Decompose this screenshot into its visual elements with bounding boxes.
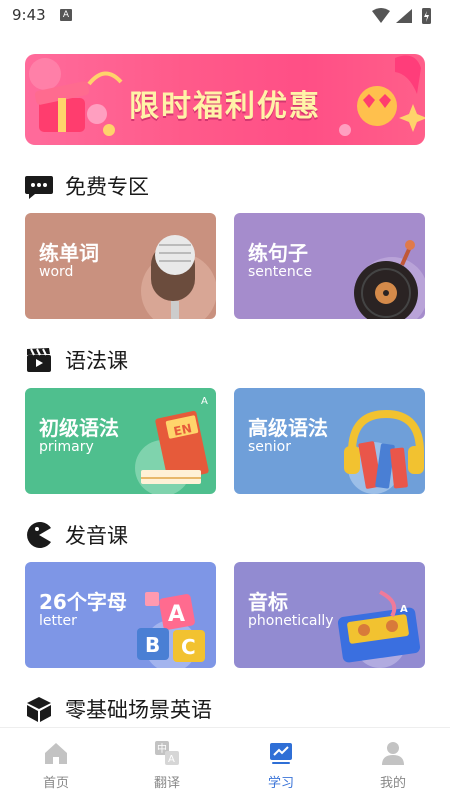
signal-icon	[396, 9, 412, 23]
tab-study[interactable]: 学习	[246, 740, 316, 791]
card-subtitle: phonetically	[248, 613, 334, 629]
microphone-icon	[141, 235, 216, 319]
card-primary-grammar[interactable]: 初级语法 primary EN A	[25, 388, 216, 494]
tab-label: 我的	[379, 776, 406, 791]
tab-profile[interactable]: 我的	[358, 740, 428, 791]
svg-text:A: A	[168, 754, 175, 765]
section-title: 语法课	[65, 349, 128, 373]
heart-emoji-icon	[339, 55, 425, 136]
alphabet-blocks-icon: A B C	[137, 592, 205, 668]
bottom-tab-bar: 首页 中 A 翻译 学习 我的	[0, 727, 450, 801]
card-subtitle: word	[39, 264, 74, 280]
card-title: 26个字母	[39, 590, 127, 614]
status-bar: 9:43 A	[0, 0, 450, 32]
card-title: 初级语法	[39, 416, 119, 440]
card-letter[interactable]: 26个字母 letter A B C	[25, 562, 216, 668]
home-icon	[45, 743, 67, 764]
tab-label: 学习	[267, 776, 294, 791]
box-icon	[27, 697, 51, 722]
book-icon: EN A	[135, 396, 209, 494]
translate-icon: 中 A	[155, 741, 179, 765]
headphones-books-icon	[344, 409, 424, 494]
card-sentence[interactable]: 练句子 sentence	[234, 213, 425, 319]
card-phonetic[interactable]: 音标 phonetically A	[234, 562, 425, 668]
svg-text:A: A	[400, 604, 408, 615]
clapper-icon	[27, 348, 51, 372]
tab-label: 首页	[42, 776, 69, 791]
svg-text:A: A	[201, 396, 208, 407]
card-title: 音标	[248, 590, 288, 614]
svg-text:C: C	[181, 635, 196, 659]
section-title: 免费专区	[65, 175, 149, 199]
wifi-icon	[372, 8, 390, 23]
tab-home[interactable]: 首页	[21, 740, 91, 791]
card-subtitle: sentence	[248, 264, 313, 280]
promo-banner[interactable]: 限时福利优惠	[25, 54, 425, 145]
card-senior-grammar[interactable]: 高级语法 senior	[234, 388, 425, 494]
profile-icon	[382, 742, 404, 765]
vinyl-record-icon	[354, 240, 425, 319]
card-title: 练句子	[248, 241, 308, 265]
tab-translate[interactable]: 中 A 翻译	[132, 740, 202, 791]
cassette-tape-icon: A	[337, 590, 421, 668]
section-pronunciation: 发音课	[25, 520, 128, 550]
svg-text:A: A	[168, 602, 185, 627]
card-subtitle: letter	[39, 613, 77, 629]
pacman-icon	[27, 522, 51, 548]
section-grammar: 语法课	[25, 345, 128, 375]
study-chart-icon	[270, 743, 292, 764]
card-title: 练单词	[39, 241, 99, 265]
section-free-zone: 免费专区	[25, 171, 149, 201]
svg-text:中: 中	[157, 742, 167, 755]
svg-text:B: B	[145, 633, 160, 657]
status-icons	[372, 8, 431, 24]
section-title: 发音课	[65, 524, 128, 548]
section-title: 零基础场景英语	[65, 698, 212, 722]
card-subtitle: primary	[39, 439, 94, 455]
card-word[interactable]: 练单词 word	[25, 213, 216, 319]
section-zero-basics: 零基础场景英语	[25, 694, 212, 724]
tab-label: 翻译	[153, 776, 180, 791]
status-time: 9:43	[12, 6, 46, 24]
notification-a-icon: A	[60, 9, 72, 21]
card-subtitle: senior	[248, 439, 291, 455]
chat-icon	[25, 176, 53, 199]
card-title: 高级语法	[248, 416, 328, 440]
